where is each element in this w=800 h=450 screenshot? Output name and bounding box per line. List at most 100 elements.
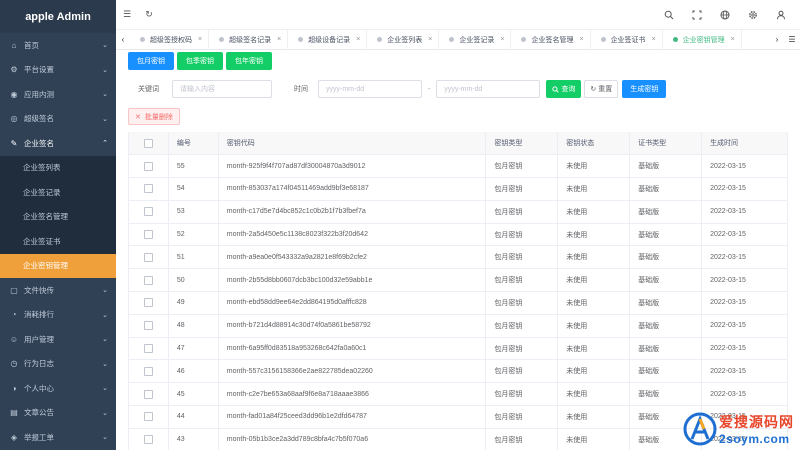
table-row[interactable]: 54 month-853037a174f04511469add9bf3e68187… xyxy=(128,177,788,201)
table-row[interactable]: 48 month-b721d4d88914c30d74f0a5861be58792… xyxy=(128,314,788,338)
yearly-key-button[interactable]: 包年密钥 xyxy=(226,52,272,70)
sidebar-subitem-4[interactable]: 企业密钥管理 xyxy=(0,253,116,278)
table-row[interactable]: 50 month-2b55d8bb0607dcb3bc100d32e59abb1e… xyxy=(128,268,788,293)
table-row[interactable]: 51 month-a9ea0e0f543332a9a2821e8f69b2cfe2… xyxy=(128,245,788,270)
table-row[interactable]: 53 month-c17d5e7d4bc852c1c0b2b1f7b3fbef7a… xyxy=(128,200,788,224)
sidebar-item-sidebar-items_before-3[interactable]: ◎ 超级签名 ⌄ xyxy=(0,107,116,132)
row-checkbox[interactable] xyxy=(143,366,153,376)
table-cell: 未使用 xyxy=(557,405,631,429)
quarterly-key-button[interactable]: 包季密钥 xyxy=(177,52,223,70)
tab-1[interactable]: 超级签名记录 × xyxy=(209,29,289,50)
table-cell: 包月密钥 xyxy=(485,314,559,338)
sidebar-item-label: 企业签名 xyxy=(24,138,54,148)
fullscreen-icon[interactable] xyxy=(686,4,708,26)
tab-2[interactable]: 超级设备记录 × xyxy=(288,29,368,50)
hamburger-icon[interactable]: ☰ xyxy=(116,4,138,26)
tags-menu-icon[interactable]: ☰ xyxy=(784,30,800,50)
sidebar-item-sidebar-items_before-2[interactable]: ◉ 应用内测 ⌄ xyxy=(0,82,116,107)
table-header-row: 编号 密钥代码 密钥类型 密钥状态 证书类型 生成时间 xyxy=(128,132,788,156)
sidebar-item-sidebar-items_after-1[interactable]: ◔ 消耗排行 ⌄ xyxy=(0,303,116,328)
generate-key-button[interactable]: 生成密钥 xyxy=(622,80,667,98)
table-cell: 包月密钥 xyxy=(485,291,559,315)
row-checkbox[interactable] xyxy=(143,412,153,422)
reset-button[interactable]: ↻ 重置 xyxy=(584,80,619,98)
sidebar-item-sidebar-items_before-1[interactable]: ⚙ 平台设置 ⌄ xyxy=(0,58,116,83)
table-cell: month-05b1b3ce2a3dd789c8bfa4c7b5f070a6 xyxy=(218,428,487,450)
language-icon[interactable] xyxy=(714,4,736,26)
user-avatar-icon[interactable] xyxy=(770,4,792,26)
end-date-input[interactable]: yyyy-mm-dd xyxy=(436,80,541,98)
row-checkbox[interactable] xyxy=(143,161,153,171)
reset-icon: ↻ xyxy=(590,86,597,93)
table-row[interactable]: 52 month-2a5d450e5c1138c8023f322b3f20d642… xyxy=(128,223,788,247)
table-cell: 未使用 xyxy=(557,428,631,450)
tab-close-icon[interactable]: × xyxy=(579,36,583,43)
sidebar-subitem-2[interactable]: 企业签名管理 xyxy=(0,205,116,230)
tab-6[interactable]: 企业签证书 × xyxy=(591,29,663,50)
table-row[interactable]: 49 month-ebd58dd9ee64e2dd864195d0afffc828… xyxy=(128,291,788,315)
sidebar-item-sidebar-items_before-0[interactable]: ⌂ 首页 ⌄ xyxy=(0,33,116,58)
search-icon[interactable] xyxy=(658,4,680,26)
tab-0[interactable]: 超级签授权码 × xyxy=(130,29,210,50)
row-checkbox[interactable] xyxy=(143,344,153,354)
table-cell: 基础版 xyxy=(629,268,703,293)
sidebar-item-sidebar-items_after-0[interactable]: ▢ 文件快传 ⌄ xyxy=(0,278,116,303)
sidebar-item-sidebar-open_group[interactable]: ✎ 企业签名 ⌃ xyxy=(0,131,116,156)
row-checkbox[interactable] xyxy=(143,321,153,331)
sidebar-item-sidebar-items_after-3[interactable]: ◷ 行为日志 ⌄ xyxy=(0,352,116,377)
row-checkbox[interactable] xyxy=(143,207,153,217)
tab-close-icon[interactable]: × xyxy=(428,36,432,43)
tags-scroll-left-icon[interactable]: ‹ xyxy=(116,30,130,50)
row-checkbox-cell xyxy=(128,359,169,384)
select-all-checkbox[interactable] xyxy=(143,138,153,148)
table-row[interactable]: 47 month-6a95ff0d83518a953268c642fa0a60c1… xyxy=(128,337,788,361)
row-checkbox[interactable] xyxy=(143,252,153,262)
sidebar-item-sidebar-items_after-6[interactable]: ◈ 举报工单 ⌄ xyxy=(0,425,116,450)
refresh-icon[interactable]: ↻ xyxy=(138,4,160,26)
chevron-down-icon: ⌄ xyxy=(102,287,108,295)
row-checkbox[interactable] xyxy=(143,230,153,240)
batch-delete-button[interactable]: ✕ 批量删除 xyxy=(128,108,180,125)
sidebar-subitem-0[interactable]: 企业签列表 xyxy=(0,156,116,181)
table-cell: 未使用 xyxy=(557,291,631,315)
row-checkbox[interactable] xyxy=(143,389,153,399)
row-checkbox[interactable] xyxy=(143,435,153,445)
tab-4[interactable]: 企业签记录 × xyxy=(439,29,512,50)
table-cell: 2022-03-15 xyxy=(701,177,788,201)
keyword-input[interactable]: 请输入内容 xyxy=(172,80,272,98)
tags-scroll-right-icon[interactable]: › xyxy=(770,30,784,50)
table-cell: 基础版 xyxy=(629,314,703,338)
sidebar-subitem-1[interactable]: 企业签记录 xyxy=(0,180,116,205)
time-label: 时间 xyxy=(294,86,308,93)
tab-close-icon[interactable]: × xyxy=(652,36,656,43)
table-row[interactable]: 55 month-925f9f4f707ad87df30004870a3d9012… xyxy=(128,154,788,179)
table-cell: 包月密钥 xyxy=(485,223,559,247)
tab-close-icon[interactable]: × xyxy=(277,36,281,43)
tab-close-icon[interactable]: × xyxy=(198,36,202,43)
row-checkbox[interactable] xyxy=(143,298,153,308)
row-checkbox[interactable] xyxy=(143,275,153,285)
tab-close-icon[interactable]: × xyxy=(356,36,360,43)
table-cell: 2022-03-15 xyxy=(701,200,788,224)
tab-3[interactable]: 企业签列表 × xyxy=(367,29,440,50)
start-date-input[interactable]: yyyy-mm-dd xyxy=(318,80,422,98)
sidebar-item-sidebar-items_after-5[interactable]: ▤ 文章公告 ⌄ xyxy=(0,401,116,426)
search-button[interactable]: 查询 xyxy=(546,80,582,98)
settings-gear-icon[interactable] xyxy=(742,4,764,26)
sidebar-item-sidebar-items_after-4[interactable]: ◑ 个人中心 ⌄ xyxy=(0,376,116,401)
chevron-down-icon: ⌄ xyxy=(102,385,108,393)
monthly-key-button[interactable]: 包月密钥 xyxy=(128,52,174,70)
table-row[interactable]: 45 month-c2e7be653a68aaf9f6e8a718aaae3866… xyxy=(128,382,788,407)
table-row[interactable]: 46 month-557c3156158366e2ae822785dea02260… xyxy=(128,359,788,384)
tab-close-icon[interactable]: × xyxy=(731,36,735,43)
sidebar-subitem-3[interactable]: 企业签证书 xyxy=(0,229,116,254)
app-logo-title[interactable]: apple Admin xyxy=(0,0,116,33)
row-checkbox[interactable] xyxy=(143,184,153,194)
tab-5[interactable]: 企业签名管理 × xyxy=(511,29,591,50)
batch-actions: ✕ 批量删除 xyxy=(128,108,180,125)
table-cell: 未使用 xyxy=(557,200,631,224)
tab-close-icon[interactable]: × xyxy=(500,36,504,43)
sidebar-item-label: 文件快传 xyxy=(24,285,54,295)
sidebar-item-sidebar-items_after-2[interactable]: ☺ 用户管理 ⌄ xyxy=(0,327,116,352)
tab-7[interactable]: 企业密钥管理 × xyxy=(663,29,742,50)
